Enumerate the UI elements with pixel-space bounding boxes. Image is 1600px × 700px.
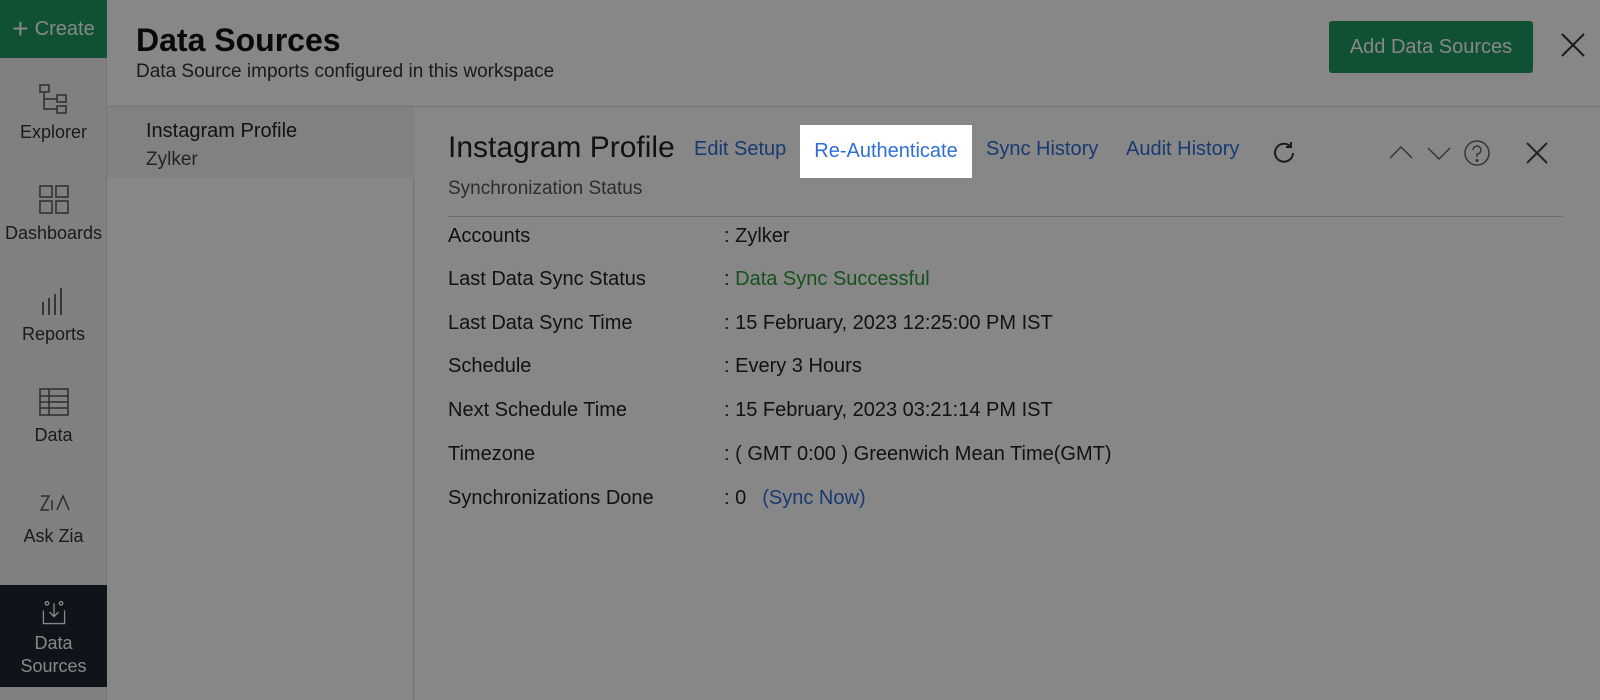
- value-prefix: :: [724, 268, 736, 290]
- zia-icon: [39, 494, 70, 511]
- nav-label: Data: [34, 425, 73, 445]
- create-label: Create: [34, 17, 95, 40]
- sync-now-link[interactable]: (Sync Now): [762, 487, 865, 509]
- row-label: Last Data Sync Status: [448, 268, 646, 290]
- re-authenticate-highlight[interactable]: Re-Authenticate: [800, 125, 972, 178]
- list-item[interactable]: Instagram Profile Zylker: [107, 107, 414, 178]
- row-value: : 0 (Sync Now): [724, 487, 866, 510]
- audit-history-link[interactable]: Audit History: [1126, 138, 1239, 161]
- row-label: Schedule: [448, 355, 532, 377]
- chevron-up-icon[interactable]: [1386, 138, 1416, 168]
- refresh-icon[interactable]: [1271, 140, 1297, 166]
- sync-count: : 0: [724, 487, 747, 509]
- detail-panel: Instagram Profile Edit Setup Re-Authenti…: [414, 107, 1600, 700]
- create-button[interactable]: + Create: [0, 0, 107, 58]
- data-sources-icon: [42, 600, 65, 625]
- nav-label: Explorer: [19, 122, 88, 142]
- close-icon[interactable]: [1558, 30, 1588, 60]
- divider: [448, 216, 1563, 217]
- sync-status-heading: Synchronization Status: [448, 178, 643, 199]
- detail-title: Instagram Profile: [448, 131, 675, 164]
- add-data-sources-button[interactable]: Add Data Sources: [1329, 21, 1533, 73]
- nav-item-reports[interactable]: Reports: [0, 284, 107, 345]
- sync-history-link[interactable]: Sync History: [986, 138, 1098, 161]
- nav-item-ask-zia[interactable]: Ask Zia: [0, 486, 107, 547]
- nav-label-line1: Data: [34, 633, 73, 653]
- row-value: : 15 February, 2023 12:25:00 PM IST: [724, 312, 1053, 334]
- list-item-name: Instagram Profile: [146, 120, 298, 142]
- nav-label: Reports: [21, 324, 86, 344]
- data-source-list: Instagram Profile Zylker: [107, 107, 414, 700]
- row-label: Timezone: [448, 443, 536, 465]
- row-value: : Zylker: [724, 225, 790, 247]
- explorer-icon: [38, 84, 67, 114]
- edit-setup-link[interactable]: Edit Setup: [694, 138, 786, 161]
- row-value: : Data Sync Successful: [724, 268, 930, 291]
- row-label: Next Schedule Time: [448, 399, 627, 421]
- row-value: : Every 3 Hours: [724, 355, 862, 377]
- page-title: Data Sources: [136, 22, 341, 58]
- nav-item-data-sources[interactable]: Data Sources: [0, 585, 107, 687]
- help-icon[interactable]: [1462, 138, 1492, 168]
- row-label: Synchronizations Done: [448, 487, 654, 509]
- page-header: Data Sources Data Source imports configu…: [107, 0, 1600, 107]
- row-label: Accounts: [448, 225, 531, 247]
- nav-label: Dashboards: [4, 223, 103, 243]
- plus-icon: +: [12, 13, 29, 44]
- nav-item-dashboards[interactable]: Dashboards: [0, 183, 107, 244]
- nav-item-data[interactable]: Data: [0, 385, 107, 446]
- row-value: : 15 February, 2023 03:21:14 PM IST: [724, 399, 1053, 421]
- nav-item-explorer[interactable]: Explorer: [0, 82, 107, 143]
- data-icon: [38, 388, 69, 416]
- nav-label-line2: Sources: [20, 656, 87, 676]
- page-subtitle: Data Source imports configured in this w…: [136, 61, 555, 82]
- sync-status-value: Data Sync Successful: [735, 268, 930, 290]
- close-detail-icon[interactable]: [1522, 138, 1552, 168]
- row-value: : ( GMT 0:00 ) Greenwich Mean Time(GMT): [724, 443, 1112, 465]
- row-label: Last Data Sync Time: [448, 312, 633, 334]
- left-nav: + Create Explorer Dashboards Reports Dat…: [0, 0, 107, 700]
- chevron-down-icon[interactable]: [1424, 138, 1454, 168]
- dashboards-icon: [38, 185, 69, 214]
- nav-label: Ask Zia: [23, 526, 84, 546]
- reports-icon: [41, 288, 62, 315]
- list-item-sub: Zylker: [146, 149, 198, 170]
